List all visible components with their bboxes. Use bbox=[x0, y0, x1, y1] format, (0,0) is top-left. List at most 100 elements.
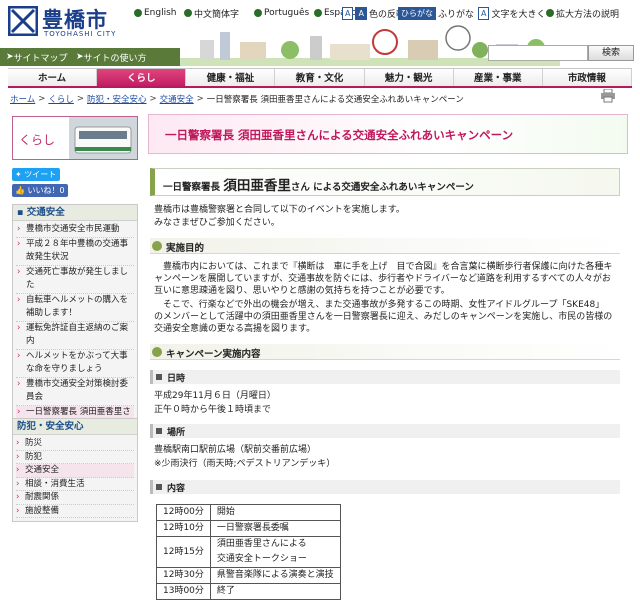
local-menu-traffic: ▪ 交通安全 › 豊橋市交通安全市民運動 › 平成２８年中豊橋の交通事故発生状況 ›… bbox=[12, 204, 138, 451]
gnav-kurashi[interactable]: くらし bbox=[97, 69, 187, 86]
bullet-icon bbox=[254, 9, 262, 17]
banner-title: 一日警察署長 須田亜香里さんによる交通安全ふれあいキャンペーン bbox=[165, 128, 514, 142]
menu-item[interactable]: › 交通死亡事故が発生しました bbox=[16, 266, 134, 294]
text-size-icon: A bbox=[478, 6, 490, 20]
paragraph-line: 交通安全意識の更なる高揚を図ります。 bbox=[154, 324, 316, 334]
menu-item[interactable]: › 自転車ヘルメットの購入を補助します！ bbox=[16, 294, 134, 322]
contrast-icon: A bbox=[355, 6, 367, 20]
chevron-right-icon: › bbox=[17, 224, 21, 234]
table-row: 12時00分 開始 bbox=[156, 504, 341, 521]
section-heading-details: キャンペーン実施内容 bbox=[150, 344, 620, 360]
square-bullet-icon bbox=[156, 428, 162, 434]
color-invert-button[interactable]: A A 色の反転 bbox=[342, 6, 405, 20]
menu-item[interactable]: › 運転免許証自主返納のご案内 bbox=[16, 322, 134, 350]
event-rain-note: ※少雨決行（雨天時;ペデストリアンデッキ） bbox=[154, 459, 336, 469]
breadcrumb-traffic[interactable]: 交通安全 bbox=[160, 93, 194, 105]
subheading-place: 場所 bbox=[150, 424, 620, 438]
arrow-icon: ➤ bbox=[76, 52, 84, 62]
menu-item[interactable]: › 平成２８年中豊橋の交通事故発生状況 bbox=[16, 238, 134, 266]
sitemap-link[interactable]: ➤ サイトマップ bbox=[6, 50, 68, 64]
menu-item[interactable]: › 防災 bbox=[16, 437, 134, 451]
tram-photo bbox=[69, 117, 137, 159]
gnav-industry[interactable]: 産業・事業 bbox=[453, 69, 543, 86]
schedule-table: 12時00分 開始 12時10分 一日警察署長委嘱 12時15分 須田亜香里さんによる… bbox=[156, 504, 341, 600]
intro-text: みなさまぜひご参加ください。 bbox=[154, 218, 280, 228]
table-row: 12時15分 須田亜香里さんによる bbox=[156, 536, 341, 568]
circle-bullet-icon bbox=[152, 241, 162, 251]
event-date: 平成29年11月６日（月曜日） bbox=[154, 391, 276, 401]
breadcrumb: ホーム > くらし > 防犯・安全安心 > 交通安全 > 一日警察署長 須田亜香里さんに… bbox=[10, 92, 464, 106]
like-button[interactable]: 👍 いいね！0 bbox=[12, 184, 68, 197]
gnav-home[interactable]: ホーム bbox=[8, 69, 98, 86]
page-title: 一日警察署長 須田亜香里さん による交通安全ふれあいキャンペーン bbox=[150, 168, 620, 196]
menu-item[interactable]: › 施設整備 bbox=[16, 505, 134, 518]
square-bullet-icon bbox=[156, 484, 162, 490]
site-usage-link[interactable]: ➤ サイトの使い方 bbox=[76, 50, 147, 64]
event-place: 豊橋駅南口駅前広場（駅前交番前広場） bbox=[154, 445, 317, 455]
chevron-right-icon: › bbox=[17, 322, 21, 333]
tweet-button[interactable]: ✦ ツイート bbox=[12, 168, 60, 181]
section-heading-purpose: 実施目的 bbox=[150, 238, 620, 254]
chevron-right-icon: > bbox=[38, 94, 46, 104]
print-icon[interactable] bbox=[600, 89, 616, 103]
local-menu-safety: 防犯・安全安心 › 防災 › 防犯 › 交通安全 › 相談・消費生活 › 耐震関係 › 施設… bbox=[12, 418, 138, 522]
category-header: くらし bbox=[12, 116, 138, 160]
table-row: 12時10分 一日警察署長委嘱 bbox=[156, 520, 341, 537]
chevron-right-icon: › bbox=[16, 438, 20, 448]
chevron-right-icon: › bbox=[17, 294, 21, 305]
site-logo[interactable]: 豊橋市 TOYOHASHI CITY bbox=[8, 4, 126, 40]
chevron-right-icon: › bbox=[17, 378, 21, 389]
menu-item[interactable]: › 防犯 bbox=[16, 451, 134, 464]
menu-item-current[interactable]: › 交通安全 bbox=[16, 464, 134, 478]
intro-text: 豊橋市は豊橋警察署と合同して以下のイベントを実施します。 bbox=[154, 205, 405, 215]
bullet-icon bbox=[314, 9, 322, 17]
gnav-city-info[interactable]: 市政情報 bbox=[542, 69, 632, 86]
chevron-right-icon: > bbox=[149, 94, 157, 104]
paragraph-line: 互いに意思疎通を図り、思いやりと感謝の気持ちを持つことが必要です。 bbox=[154, 286, 450, 296]
arrow-icon: ➤ bbox=[6, 52, 14, 62]
zoom-help-link[interactable]: 拡大方法の説明 bbox=[546, 6, 619, 20]
lang-portuguese-link[interactable]: Português bbox=[254, 6, 309, 20]
breadcrumb-home[interactable]: ホーム bbox=[10, 93, 35, 105]
lang-chinese-link[interactable]: 中文簡体字 bbox=[184, 6, 239, 20]
text-larger-button[interactable]: A 文字を大きく bbox=[478, 6, 546, 20]
bullet-icon bbox=[546, 9, 554, 17]
local-menu-heading: 防犯・安全安心 bbox=[13, 419, 137, 435]
circle-bullet-icon bbox=[152, 347, 162, 357]
bullet-icon bbox=[184, 9, 192, 17]
subheading-content: 内容 bbox=[150, 480, 620, 494]
table-row: 13時00分 終了 bbox=[156, 583, 341, 600]
chevron-right-icon: › bbox=[17, 350, 21, 361]
breadcrumb-safety[interactable]: 防犯・安全安心 bbox=[87, 93, 147, 105]
gnav-health[interactable]: 健康・福祉 bbox=[186, 69, 276, 86]
global-nav: ホーム くらし 健康・福祉 教育・文化 魅力・観光 産業・事業 市政情報 bbox=[8, 68, 632, 88]
chevron-right-icon: › bbox=[16, 465, 20, 475]
square-bullet-icon bbox=[156, 374, 162, 380]
search-button[interactable]: 検索 bbox=[588, 45, 634, 61]
subheading-date: 日時 bbox=[150, 370, 620, 384]
chevron-right-icon: > bbox=[76, 94, 85, 104]
contrast-icon: A bbox=[342, 6, 354, 20]
square-bullet-icon: ▪ bbox=[17, 207, 24, 218]
menu-item[interactable]: › 相談・消費生活 bbox=[16, 478, 134, 491]
lang-english-link[interactable]: English bbox=[134, 6, 177, 20]
chevron-right-icon: › bbox=[17, 266, 21, 277]
table-row: 12時30分 県警音楽隊による演奏と演技 bbox=[156, 567, 341, 584]
menu-item[interactable]: › ヘルメットをかぶって大事な命を守りましょう bbox=[16, 350, 134, 378]
chevron-right-icon: › bbox=[16, 505, 20, 516]
chevron-right-icon: › bbox=[16, 478, 20, 489]
search-input[interactable] bbox=[488, 45, 588, 61]
furigana-button[interactable]: ひらがな ふりがな bbox=[398, 6, 474, 20]
furigana-icon: ひらがな bbox=[398, 6, 436, 20]
menu-item[interactable]: › 豊橋市交通安全対策検討委員会 bbox=[16, 378, 134, 406]
gnav-tourism[interactable]: 魅力・観光 bbox=[364, 69, 454, 86]
gnav-education[interactable]: 教育・文化 bbox=[275, 69, 365, 86]
header: 豊橋市 TOYOHASHI CITY English 中文簡体字 Portugu… bbox=[0, 0, 640, 68]
bullet-icon bbox=[134, 9, 142, 17]
menu-item[interactable]: › 豊橋市交通安全市民運動 bbox=[16, 223, 134, 238]
menu-item[interactable]: › 耐震関係 bbox=[16, 491, 134, 505]
chevron-right-icon: › bbox=[17, 238, 21, 249]
sidebar: くらし bbox=[12, 116, 138, 160]
breadcrumb-kurashi[interactable]: くらし bbox=[48, 93, 74, 105]
thumbs-up-icon: 👍 bbox=[15, 186, 25, 195]
